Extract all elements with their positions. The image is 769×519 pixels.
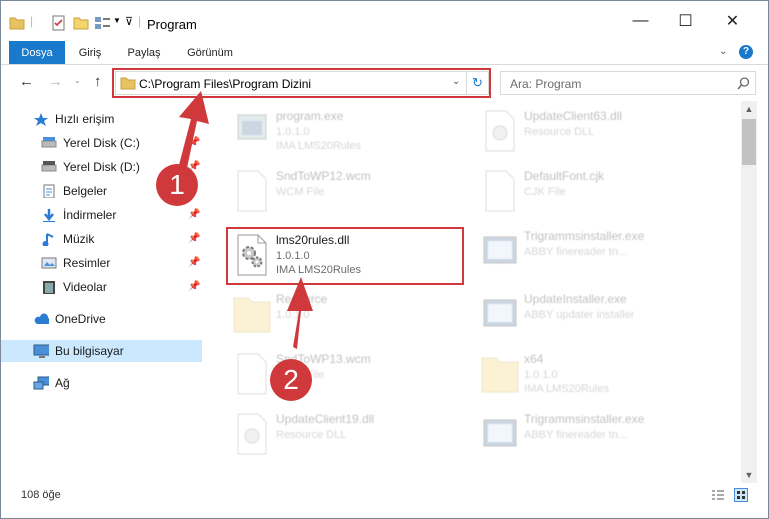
step-2-badge: 2 [270, 359, 312, 401]
step-1-badge: 1 [156, 164, 198, 206]
annotation-arrows [179, 91, 313, 349]
file-explorer-window: | ▼ ⊽ | Program — ☐ ✕ Dosya Giriş Paylaş… [0, 0, 769, 519]
